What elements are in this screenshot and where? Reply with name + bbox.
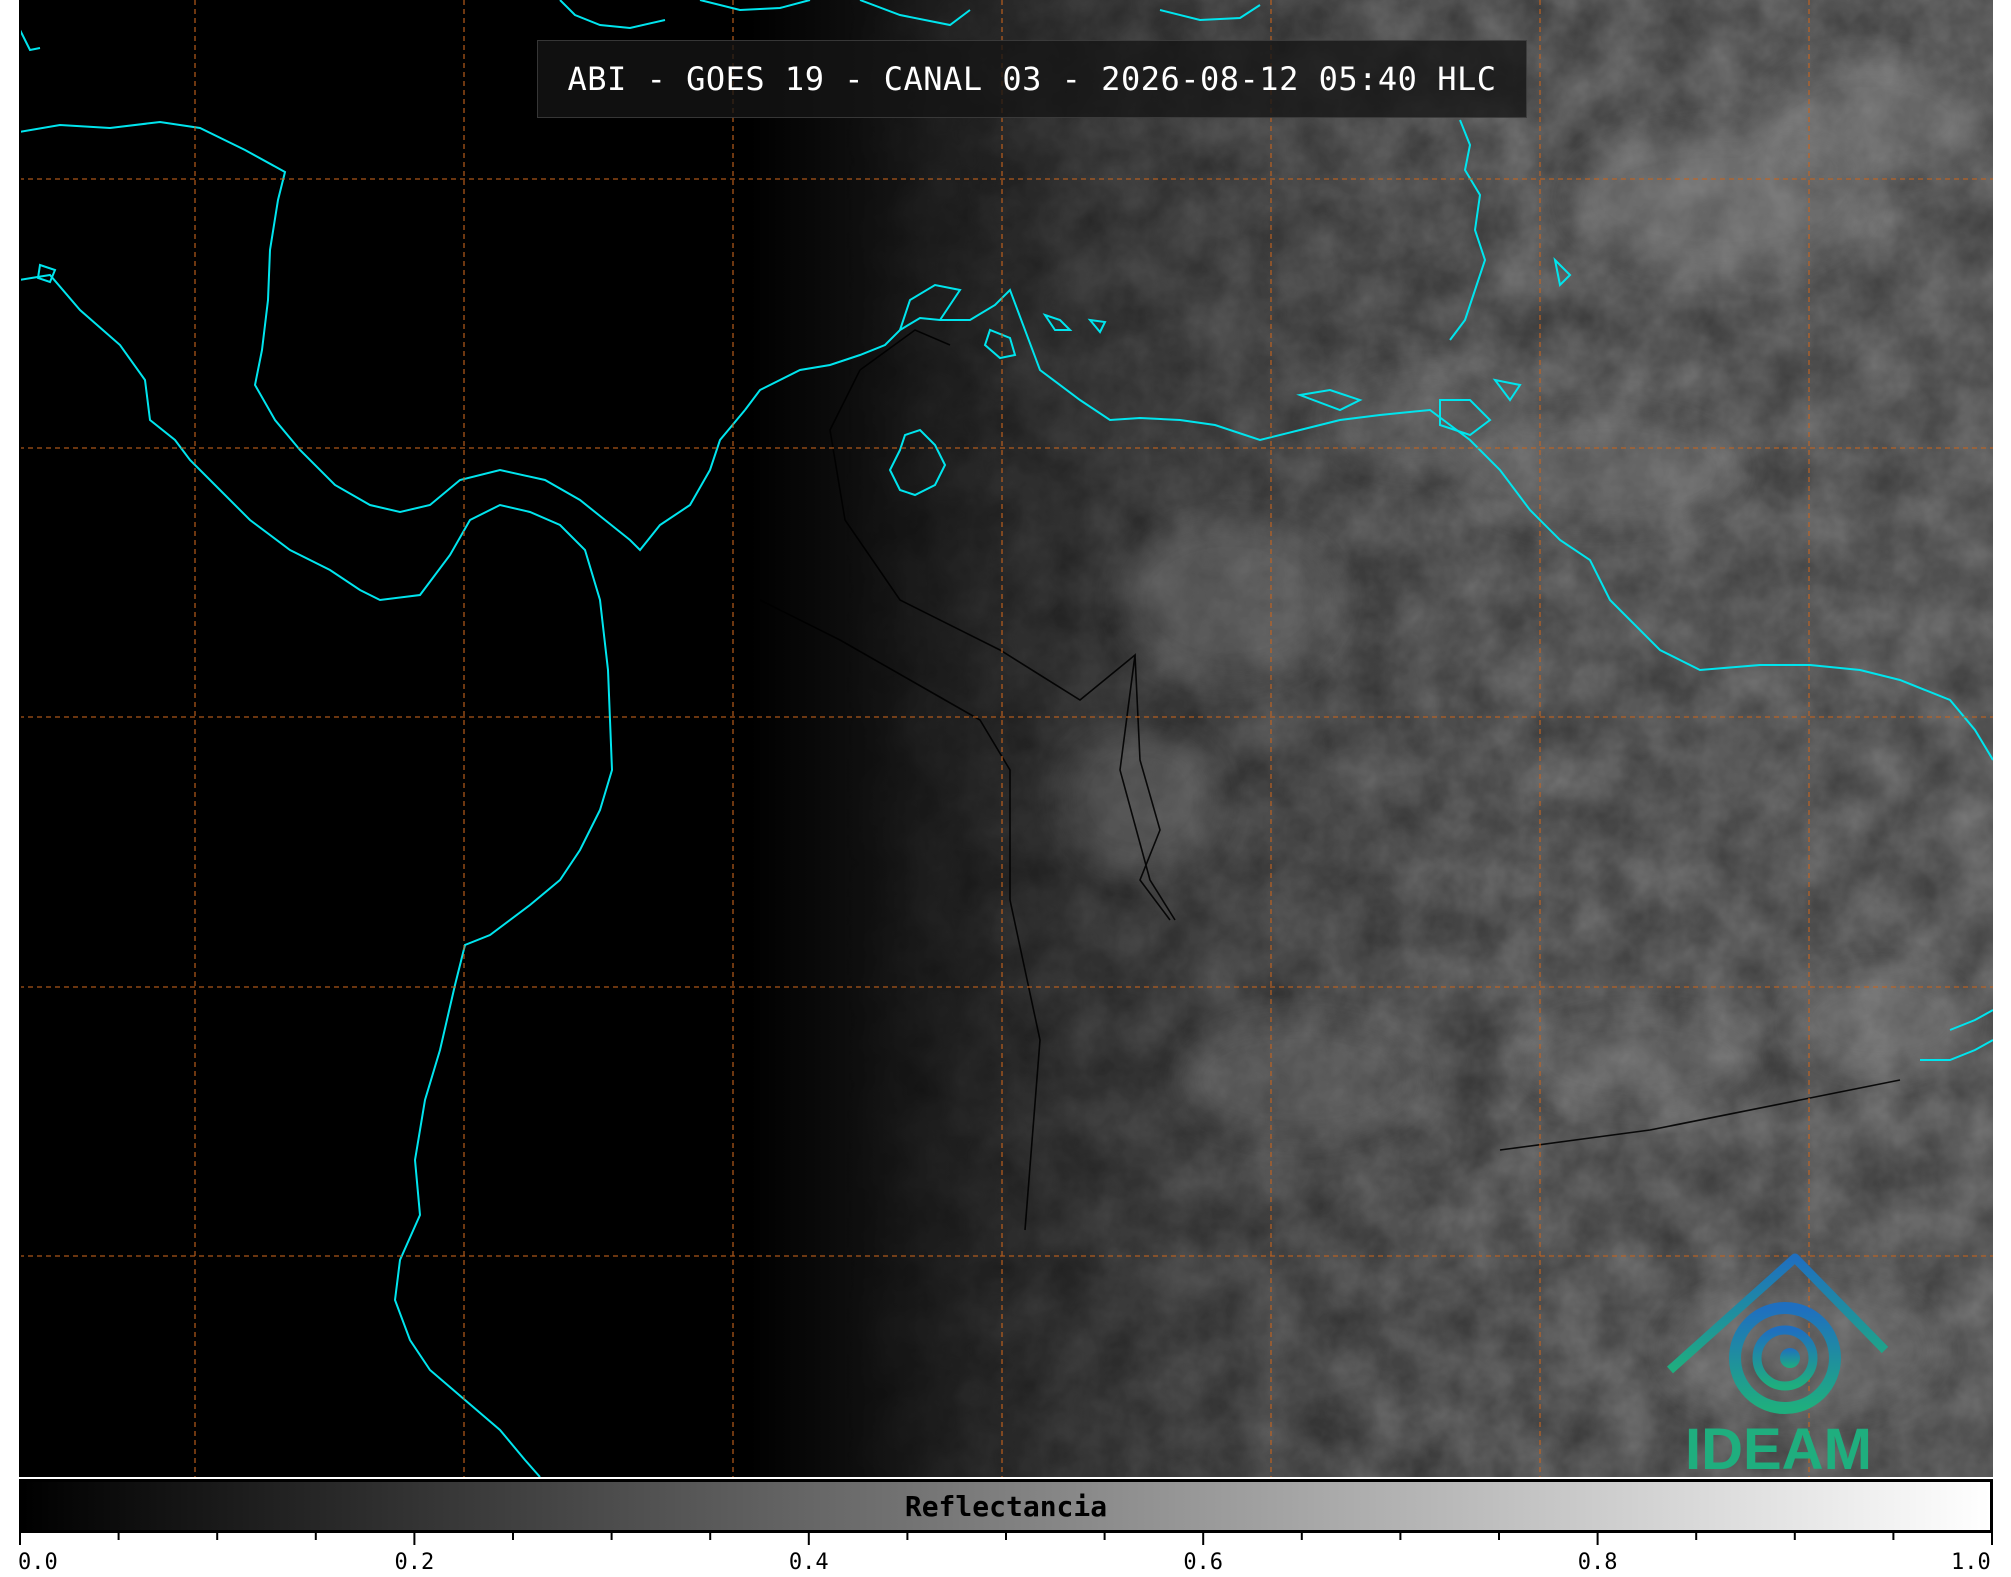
colorbar-tick-label: 0.2 <box>394 1550 435 1575</box>
colorbar-label: Reflectancia <box>904 1489 1108 1523</box>
satellite-map <box>19 0 1993 1545</box>
reflectance-colorbar: Reflectancia <box>19 1479 1993 1533</box>
colorbar-tick-label: 0.4 <box>788 1550 829 1575</box>
colorbar-tick-label: 0.6 <box>1183 1550 1224 1575</box>
colorbar-tick-label: 1.0 <box>1951 1550 1991 1575</box>
map-title: ABI - GOES 19 - CANAL 03 - 2026-08-12 05… <box>567 60 1497 98</box>
colorbar-tick-label: 0.0 <box>18 1550 58 1575</box>
map-title-box: ABI - GOES 19 - CANAL 03 - 2026-08-12 05… <box>537 40 1527 118</box>
ideam-logo-text: IDEAM <box>1685 1417 1872 1482</box>
colorbar-tick-label: 0.8 <box>1577 1550 1618 1575</box>
colorbar-ticks <box>19 1533 1993 1545</box>
